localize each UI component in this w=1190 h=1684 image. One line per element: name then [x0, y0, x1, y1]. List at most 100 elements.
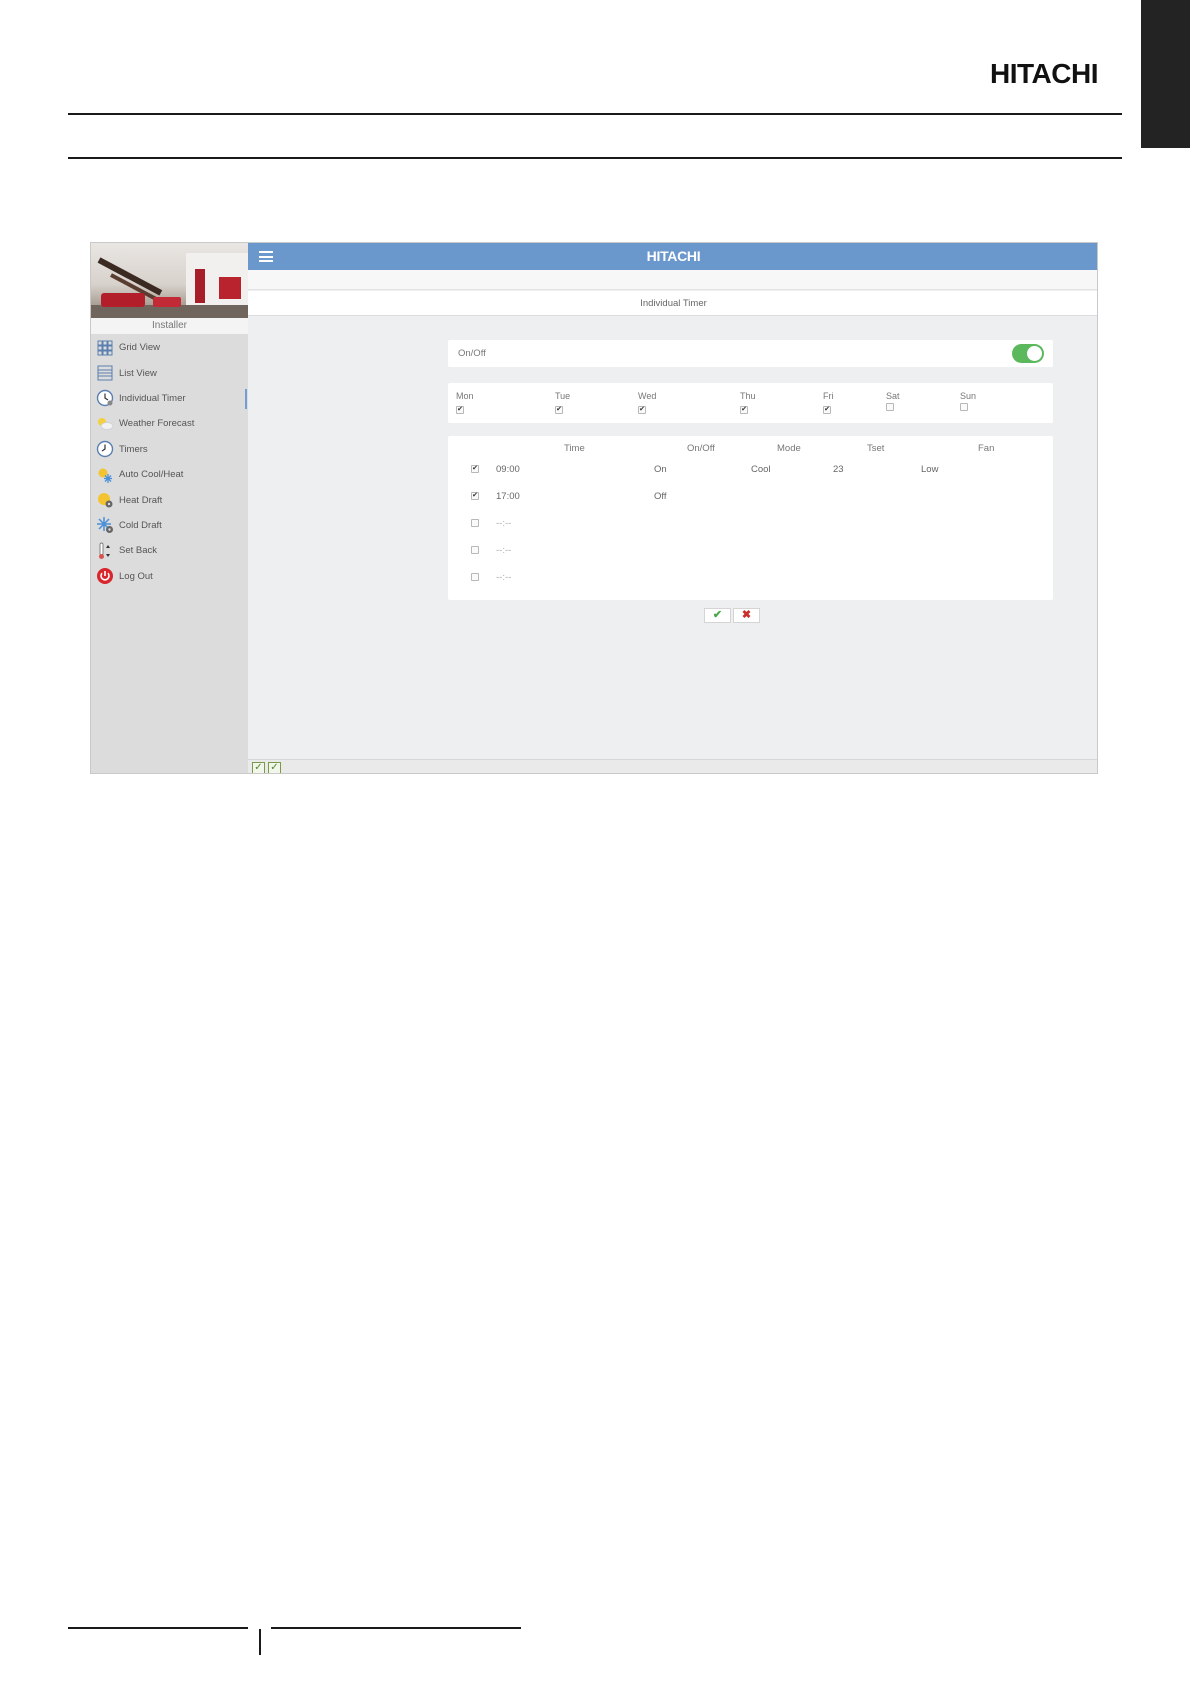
day-label: Tue — [555, 391, 571, 401]
sidebar-item-label: Set Back — [119, 545, 158, 557]
cancel-button[interactable]: ✖ — [733, 608, 760, 623]
form-actions: ✔ ✖ — [704, 608, 760, 623]
row-checkbox[interactable] — [471, 465, 479, 473]
row-time[interactable]: --:-- — [496, 518, 511, 529]
day-label: Wed — [638, 391, 657, 401]
app-header: HITACHI — [248, 243, 1097, 270]
sun-snowflake-icon — [96, 466, 114, 484]
footer-rule-right — [271, 1627, 521, 1629]
day-mon: Mon — [456, 391, 474, 414]
sidebar-item-label: Timers — [119, 443, 148, 455]
sidebar-item-label: Cold Draft — [119, 519, 162, 531]
row-time[interactable]: --:-- — [496, 572, 511, 583]
column-header-time: Time — [564, 443, 585, 454]
app-screenshot: Installer Grid View List View Individual… — [90, 242, 1098, 774]
header-rule-bottom — [68, 157, 1122, 159]
day-label: Sat — [886, 391, 900, 401]
day-checkbox[interactable] — [823, 406, 831, 414]
section-tab — [1141, 0, 1190, 148]
power-icon — [96, 567, 114, 585]
column-header-onoff: On/Off — [687, 443, 715, 454]
snowflake-fan-icon — [96, 516, 114, 534]
weekday-card: Mon Tue Wed Thu Fri Sat — [448, 383, 1053, 423]
day-checkbox[interactable] — [740, 406, 748, 414]
day-checkbox[interactable] — [456, 406, 464, 414]
row-time[interactable]: --:-- — [496, 545, 511, 556]
row-onoff[interactable]: Off — [654, 491, 667, 502]
sidebar-item-label: Individual Timer — [119, 392, 186, 404]
schedule-row: --:-- — [448, 514, 1053, 534]
status-bar: ✓ ✓ — [248, 759, 1097, 773]
room-photo — [91, 243, 248, 318]
row-checkbox[interactable] — [471, 546, 479, 554]
sidebar-item-label: List View — [119, 367, 157, 379]
sidebar-item-label: Heat Draft — [119, 494, 163, 506]
day-label: Sun — [960, 391, 977, 401]
sidebar-item-label: Log Out — [119, 570, 153, 582]
sidebar-item-set-back[interactable]: Set Back — [91, 538, 248, 563]
page-title: Individual Timer — [248, 291, 1097, 316]
row-checkbox[interactable] — [471, 573, 479, 581]
row-mode[interactable]: Cool — [751, 464, 771, 475]
footer-rule-left — [68, 1627, 248, 1629]
day-fri: Fri — [823, 391, 834, 414]
row-tset[interactable]: 23 — [833, 464, 844, 475]
row-fan[interactable]: Low — [921, 464, 938, 475]
onoff-toggle[interactable] — [1012, 344, 1044, 363]
day-checkbox[interactable] — [638, 406, 646, 414]
day-tue: Tue — [555, 391, 570, 414]
list-icon — [96, 364, 114, 382]
schedule-row: 09:00 On Cool 23 Low — [448, 460, 1053, 480]
day-label: Fri — [823, 391, 834, 401]
sun-fan-icon — [96, 491, 114, 509]
sidebar-item-weather-forecast[interactable]: Weather Forecast — [91, 411, 248, 436]
day-sat: Sat — [886, 391, 900, 413]
thermometer-icon — [96, 542, 114, 560]
sidebar-item-individual-timer[interactable]: Individual Timer — [91, 386, 248, 411]
check-icon: ✓ — [252, 762, 265, 773]
sidebar-item-heat-draft[interactable]: Heat Draft — [91, 487, 248, 512]
sidebar-item-label: Weather Forecast — [119, 418, 195, 430]
day-checkbox[interactable] — [960, 403, 968, 411]
onoff-card: On/Off — [448, 340, 1053, 367]
sidebar-item-grid-view[interactable]: Grid View — [91, 335, 248, 360]
column-header-tset: Tset — [867, 443, 885, 454]
day-label: Thu — [740, 391, 756, 401]
sidebar-menu: Grid View List View Individual Timer Wea… — [91, 335, 248, 589]
day-label: Mon — [456, 391, 474, 401]
clock-icon — [96, 389, 114, 407]
schedule-row: --:-- — [448, 568, 1053, 588]
row-checkbox[interactable] — [471, 519, 479, 527]
column-header-mode: Mode — [777, 443, 801, 454]
sidebar-item-label: Grid View — [119, 342, 161, 354]
brand-logo: HITACHI — [990, 58, 1098, 89]
row-checkbox[interactable] — [471, 492, 479, 500]
day-thu: Thu — [740, 391, 756, 414]
schedule-row: 17:00 Off — [448, 487, 1053, 507]
row-time[interactable]: 17:00 — [496, 491, 520, 502]
grid-icon — [96, 339, 114, 357]
day-checkbox[interactable] — [886, 403, 894, 411]
header-rule-top — [68, 113, 1122, 115]
onoff-label: On/Off — [458, 348, 486, 359]
row-onoff[interactable]: On — [654, 464, 667, 475]
clock-icon — [96, 440, 114, 458]
user-role: Installer — [91, 318, 248, 334]
row-time[interactable]: 09:00 — [496, 464, 520, 475]
sidebar-item-auto-cool-heat[interactable]: Auto Cool/Heat — [91, 462, 248, 487]
cloud-sun-icon — [96, 415, 114, 433]
sidebar-item-log-out[interactable]: Log Out — [91, 564, 248, 589]
column-header-fan: Fan — [978, 443, 995, 454]
sidebar: Installer Grid View List View Individual… — [91, 243, 248, 773]
sidebar-item-list-view[interactable]: List View — [91, 360, 248, 385]
main-panel: HITACHI Individual Timer On/Off Mon Tue … — [248, 243, 1097, 773]
sidebar-item-cold-draft[interactable]: Cold Draft — [91, 513, 248, 538]
check-icon: ✓ — [268, 762, 281, 773]
confirm-button[interactable]: ✔ — [704, 608, 731, 623]
day-wed: Wed — [638, 391, 656, 414]
sidebar-item-timers[interactable]: Timers — [91, 437, 248, 462]
sidebar-item-label: Auto Cool/Heat — [119, 469, 184, 481]
day-checkbox[interactable] — [555, 406, 563, 414]
header-spacer — [248, 270, 1097, 290]
schedule-row: --:-- — [448, 541, 1053, 561]
